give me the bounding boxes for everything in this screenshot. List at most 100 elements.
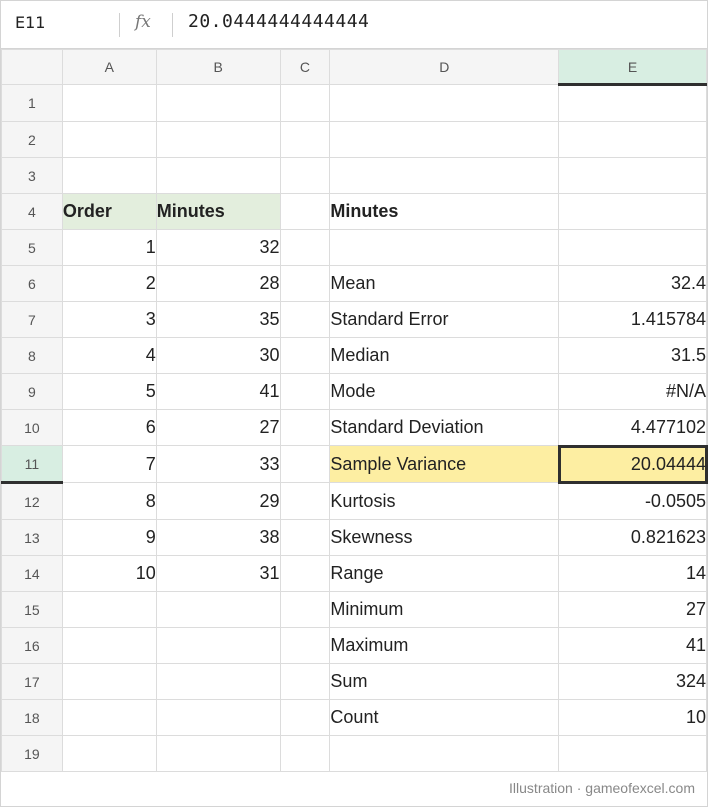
cell-e19[interactable] (558, 735, 707, 772)
row-header[interactable]: 3 (1, 157, 63, 194)
cell-c15[interactable] (279, 591, 331, 628)
cell-c10[interactable] (279, 409, 331, 446)
cell-a6[interactable]: 2 (61, 265, 157, 302)
row-header[interactable]: 16 (1, 627, 63, 664)
active-cell-e11[interactable]: 20.04444 (557, 444, 708, 484)
cell-c14[interactable] (279, 555, 331, 592)
cell-a13[interactable]: 9 (61, 519, 157, 556)
cell-a7[interactable]: 3 (61, 301, 157, 338)
cell-d5[interactable] (329, 229, 560, 266)
cell-b7[interactable]: 35 (155, 301, 281, 338)
cell-a19[interactable] (61, 735, 157, 772)
row-header[interactable]: 4 (1, 193, 63, 230)
cell-b9[interactable]: 41 (155, 373, 281, 410)
cell-b13[interactable]: 38 (155, 519, 281, 556)
cell-a8[interactable]: 4 (61, 337, 157, 374)
select-all-corner[interactable] (1, 49, 63, 85)
cell-d12[interactable]: Kurtosis (329, 482, 560, 520)
cell-b4[interactable]: Minutes (155, 193, 281, 230)
cell-b18[interactable] (155, 699, 281, 736)
cell-b14[interactable]: 31 (155, 555, 281, 592)
row-header[interactable]: 9 (1, 373, 63, 410)
cell-e5[interactable] (558, 229, 707, 266)
cell-e7[interactable]: 1.415784 (558, 301, 707, 338)
cell-c12[interactable] (279, 482, 331, 520)
row-header[interactable]: 6 (1, 265, 63, 302)
column-header-b[interactable]: B (155, 49, 281, 85)
column-header-d[interactable]: D (329, 49, 560, 85)
cell-e13[interactable]: 0.821623 (558, 519, 707, 556)
cell-d11[interactable]: Sample Variance (329, 445, 560, 483)
row-header[interactable]: 15 (1, 591, 63, 628)
cell-c18[interactable] (279, 699, 331, 736)
cell-b11[interactable]: 33 (155, 445, 281, 483)
cell-c5[interactable] (279, 229, 331, 266)
cell-d6[interactable]: Mean (329, 265, 560, 302)
row-header[interactable]: 13 (1, 519, 63, 556)
cell-d17[interactable]: Sum (329, 663, 560, 700)
cell-e8[interactable]: 31.5 (558, 337, 707, 374)
cell-b19[interactable] (155, 735, 281, 772)
cell-d13[interactable]: Skewness (329, 519, 560, 556)
cell-c19[interactable] (279, 735, 331, 772)
cell-d18[interactable]: Count (329, 699, 560, 736)
cell-a11[interactable]: 7 (61, 445, 157, 483)
cell-e4[interactable] (558, 193, 707, 230)
row-header[interactable]: 7 (1, 301, 63, 338)
cell-e1[interactable] (558, 84, 707, 122)
cell-d7[interactable]: Standard Error (329, 301, 560, 338)
cell-c4[interactable] (279, 193, 331, 230)
cell-b16[interactable] (155, 627, 281, 664)
cell-c13[interactable] (279, 519, 331, 556)
cell-d8[interactable]: Median (329, 337, 560, 374)
cell-b15[interactable] (155, 591, 281, 628)
cell-d9[interactable]: Mode (329, 373, 560, 410)
cell-d19[interactable] (329, 735, 560, 772)
cell-a10[interactable]: 6 (61, 409, 157, 446)
cell-e17[interactable]: 324 (558, 663, 707, 700)
cell-a15[interactable] (61, 591, 157, 628)
cell-a4[interactable]: Order (61, 193, 157, 230)
row-header[interactable]: 2 (1, 121, 63, 158)
cell-a2[interactable] (61, 121, 157, 158)
row-header[interactable]: 8 (1, 337, 63, 374)
cell-d14[interactable]: Range (329, 555, 560, 592)
cell-e12[interactable]: -0.0505 (558, 482, 707, 520)
cell-d10[interactable]: Standard Deviation (329, 409, 560, 446)
cell-a3[interactable] (61, 157, 157, 194)
cell-a16[interactable] (61, 627, 157, 664)
cell-c11[interactable] (279, 445, 331, 483)
row-header[interactable]: 17 (1, 663, 63, 700)
row-header[interactable]: 1 (1, 84, 63, 122)
cell-e10[interactable]: 4.477102 (558, 409, 707, 446)
cell-a9[interactable]: 5 (61, 373, 157, 410)
name-box[interactable]: E11 (15, 13, 45, 32)
column-header-e[interactable]: E (558, 49, 707, 86)
cell-b6[interactable]: 28 (155, 265, 281, 302)
cell-a18[interactable] (61, 699, 157, 736)
cell-b8[interactable]: 30 (155, 337, 281, 374)
row-header[interactable]: 12 (1, 482, 63, 520)
row-header[interactable]: 5 (1, 229, 63, 266)
cell-d2[interactable] (329, 121, 560, 158)
row-header[interactable]: 18 (1, 699, 63, 736)
cell-b12[interactable]: 29 (155, 482, 281, 520)
cell-b1[interactable] (155, 84, 281, 122)
cell-e14[interactable]: 14 (558, 555, 707, 592)
cell-b5[interactable]: 32 (155, 229, 281, 266)
cell-e18[interactable]: 10 (558, 699, 707, 736)
cell-e6[interactable]: 32.4 (558, 265, 707, 302)
cell-c16[interactable] (279, 627, 331, 664)
cell-b2[interactable] (155, 121, 281, 158)
cell-c8[interactable] (279, 337, 331, 374)
cell-e9[interactable]: #N/A (558, 373, 707, 410)
cell-a1[interactable] (61, 84, 157, 122)
cell-c9[interactable] (279, 373, 331, 410)
cell-c7[interactable] (279, 301, 331, 338)
row-header[interactable]: 11 (1, 445, 63, 484)
cell-e3[interactable] (558, 157, 707, 194)
row-header[interactable]: 14 (1, 555, 63, 592)
cell-c6[interactable] (279, 265, 331, 302)
cell-c1[interactable] (279, 84, 331, 122)
cell-e16[interactable]: 41 (558, 627, 707, 664)
